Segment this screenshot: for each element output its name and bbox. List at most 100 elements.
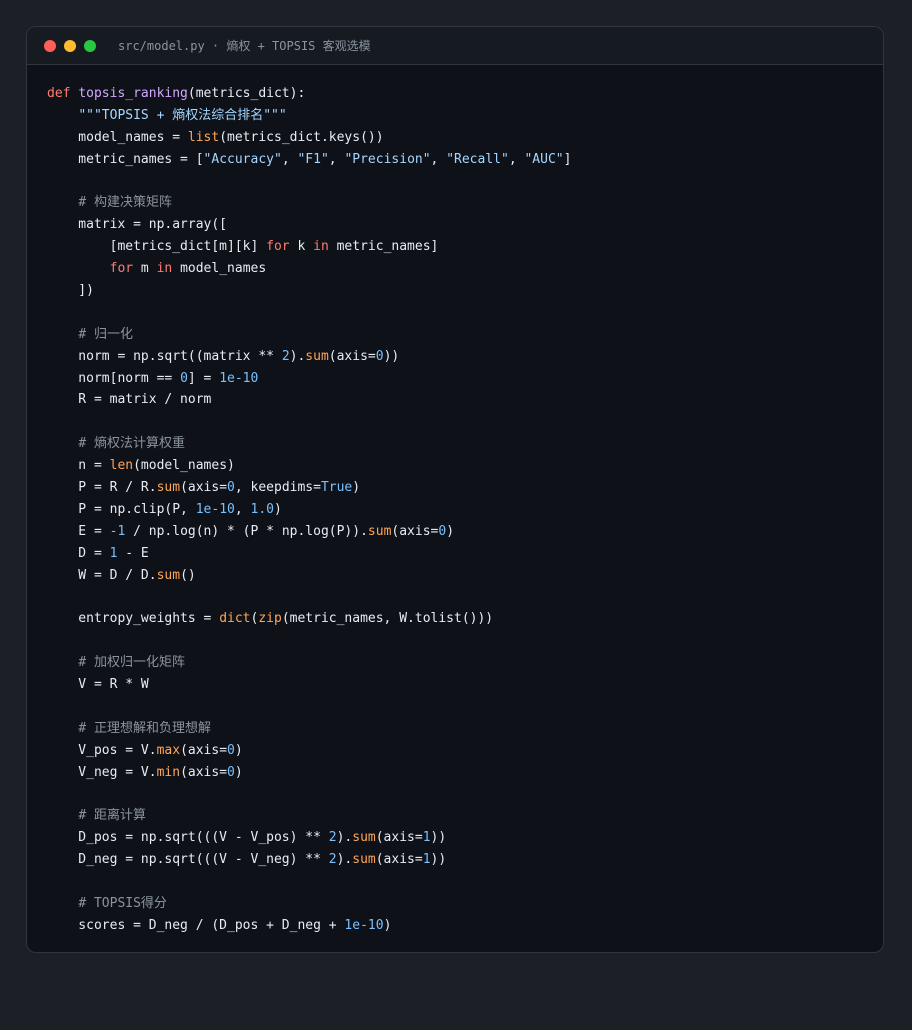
code-token: True — [320, 480, 353, 496]
code-token: P = R / R. — [47, 480, 157, 496]
maximize-button[interactable] — [84, 39, 96, 52]
code-token: 0 — [180, 370, 188, 386]
code-token: norm[norm == — [47, 370, 181, 386]
code-token: V_pos = V. — [47, 742, 157, 758]
code-token: 0 — [227, 764, 235, 780]
code-line: E = -1 / np.log(n) * (P * np.log(P)).sum… — [47, 521, 571, 543]
code-token: "AUC" — [524, 151, 564, 167]
code-token: (axis= — [375, 830, 423, 846]
code-token: ). — [289, 348, 306, 364]
code-line: V_pos = V.max(axis=0) — [47, 740, 571, 762]
code-token: # 加权归一化矩阵 — [78, 655, 185, 671]
code-token: ]) — [47, 283, 94, 299]
code-token: , — [281, 151, 298, 167]
code-token: in — [156, 261, 173, 277]
title-bar: src/model.py · 熵权 + TOPSIS 客观选模 — [27, 27, 883, 65]
code-token: sum — [305, 348, 329, 364]
code-token: min — [156, 764, 181, 780]
code-token: P = np.clip(P, — [47, 501, 196, 517]
code-token: sum — [156, 480, 181, 496]
close-button[interactable] — [44, 39, 56, 52]
code-token: 1 — [422, 830, 431, 846]
code-line: D_pos = np.sqrt(((V - V_pos) ** 2).sum(a… — [47, 827, 571, 849]
code-line: entropy_weights = dict(zip(metric_names,… — [47, 608, 571, 630]
code-token: V = R * W — [47, 677, 149, 693]
minimize-button[interactable] — [64, 39, 76, 52]
code-token: 1e-10 — [219, 370, 259, 386]
code-token: zip — [258, 611, 282, 627]
code-token: W = D / D. — [47, 567, 157, 583]
code-line: W = D / D.sum() — [47, 565, 571, 587]
code-token: ). — [336, 852, 353, 868]
code-line: scores = D_neg / (D_pos + D_neg + 1e-10) — [47, 915, 571, 937]
code-token: (axis= — [391, 523, 439, 539]
code-line: ]) — [47, 280, 571, 302]
code-token: , — [430, 151, 447, 167]
code-line: V = R * W — [47, 674, 571, 696]
code-token: 2 — [328, 830, 337, 846]
code-token: 0 — [227, 742, 235, 758]
code-token: ) — [234, 764, 243, 780]
code-token: # 距离计算 — [78, 808, 146, 824]
code-token: matrix = np.array([ — [47, 217, 228, 233]
code-token: ) — [274, 501, 282, 517]
code-line: norm = np.sqrt((matrix ** 2).sum(axis=0)… — [47, 346, 571, 368]
code-token: max — [156, 742, 181, 758]
code-line: V_neg = V.min(axis=0) — [47, 762, 571, 784]
code-token: 2 — [281, 348, 290, 364]
code-token: ). — [336, 830, 353, 846]
code-token: k — [289, 239, 314, 255]
code-line: matrix = np.array([ — [47, 214, 571, 236]
code-line: R = matrix / norm — [47, 389, 571, 411]
code-token: # 归一化 — [78, 326, 133, 342]
code-token: sum — [352, 852, 376, 868]
code-token: (axis= — [328, 348, 376, 364]
code-token: D_neg = np.sqrt(((V - V_neg) ** — [47, 852, 329, 868]
code-token: ] = — [187, 370, 220, 386]
code-token: 2 — [328, 852, 337, 868]
code-line: # 熵权法计算权重 — [47, 433, 571, 455]
code-token: () — [180, 567, 196, 583]
code-token: sum — [352, 830, 376, 846]
code-token: dict — [219, 611, 251, 627]
code-token: ] — [563, 151, 572, 167]
code-window: src/model.py · 熵权 + TOPSIS 客观选模 def tops… — [26, 26, 884, 953]
code-token: / np.log(n) * (P * np.log(P)). — [125, 523, 368, 539]
code-token: )) — [430, 830, 447, 846]
code-token: -1 — [109, 523, 126, 539]
code-token: # 正理想解和负理想解 — [78, 720, 211, 736]
code-line: P = R / R.sum(axis=0, keepdims=True) — [47, 477, 571, 499]
code-line: def topsis_ranking(metrics_dict): — [47, 83, 571, 105]
code-token: ) — [234, 742, 243, 758]
code-token: )) — [430, 852, 447, 868]
code-token: (model_names) — [133, 458, 235, 474]
code-token: scores = D_neg / (D_pos + D_neg + — [47, 917, 345, 933]
code-line: metric_names = ["Accuracy", "F1", "Preci… — [47, 149, 571, 171]
code-line: norm[norm == 0] = 1e-10 — [47, 368, 571, 390]
code-token: D = — [47, 545, 110, 561]
code-token: , — [234, 501, 251, 517]
code-line: """TOPSIS + 熵权法综合排名""" — [47, 105, 571, 127]
code-token: m — [133, 261, 157, 277]
window-title: src/model.py · 熵权 + TOPSIS 客观选模 — [118, 39, 371, 53]
code-token: 1e-10 — [344, 917, 384, 933]
code-line: [metrics_dict[m][k] for k in metric_name… — [47, 236, 571, 258]
code-token: (axis= — [180, 764, 228, 780]
code-token: (metric_names, W.tolist())) — [281, 611, 494, 627]
code-line: D = 1 - E — [47, 543, 571, 565]
code-token: "F1" — [297, 151, 329, 167]
code-token: sum — [156, 567, 181, 583]
code-token: R = matrix / norm — [47, 392, 212, 408]
code-token: 1 — [422, 852, 431, 868]
code-token: model_names = — [47, 129, 188, 145]
